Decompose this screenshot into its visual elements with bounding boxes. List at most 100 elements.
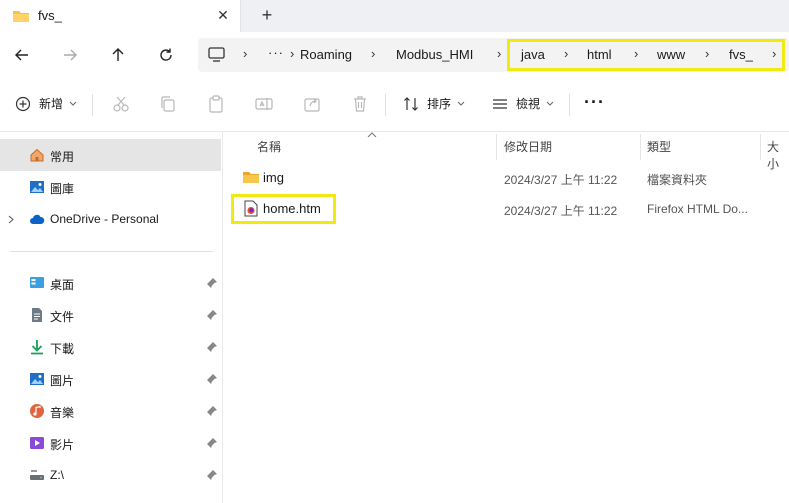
command-bar: 新增 排序 檢視 ···	[0, 78, 789, 132]
arrow-left-icon	[15, 49, 28, 61]
home-icon	[30, 148, 44, 162]
sidebar-item-label: 音樂	[50, 406, 75, 420]
sidebar-item-onedrive[interactable]: OneDrive - Personal	[0, 203, 221, 235]
divider	[569, 94, 570, 116]
delete-icon[interactable]	[350, 94, 370, 114]
forward-button[interactable]	[57, 42, 83, 68]
computer-icon	[208, 47, 225, 62]
navigation-pane: 常用 圖庫 OneDrive - Personal 桌面 文件 下載 圖片 音樂…	[0, 132, 222, 503]
file-modified: 2024/3/27 上午 11:22	[504, 173, 618, 187]
file-row-img[interactable]: img 2024/3/27 上午 11:22 檔案資料夾	[237, 163, 789, 193]
pin-icon[interactable]	[206, 341, 218, 353]
sidebar-item-home[interactable]: 常用	[0, 139, 221, 171]
more-options-button[interactable]: ···	[584, 92, 605, 113]
sidebar-item-label: 圖片	[50, 374, 75, 388]
sort-label: 排序	[427, 97, 452, 111]
chevron-down-icon	[69, 101, 77, 106]
sidebar-item-videos[interactable]: 影片	[0, 427, 221, 459]
cloud-icon	[30, 214, 45, 224]
view-list-icon	[493, 98, 507, 109]
file-type: Firefox HTML Do...	[647, 202, 748, 216]
sidebar-item-music[interactable]: 音樂	[0, 395, 221, 427]
sidebar-item-downloads[interactable]: 下載	[0, 331, 221, 363]
refresh-icon	[160, 48, 172, 61]
rename-icon[interactable]	[254, 94, 274, 114]
refresh-button[interactable]	[153, 42, 179, 68]
file-modified: 2024/3/27 上午 11:22	[504, 204, 618, 218]
sidebar-item-documents[interactable]: 文件	[0, 299, 221, 331]
sidebar-item-label: 下載	[50, 342, 75, 356]
new-tab-button[interactable]: +	[256, 5, 278, 27]
pin-icon[interactable]	[206, 373, 218, 385]
sidebar-item-label: 文件	[50, 310, 75, 324]
new-label: 新增	[39, 97, 64, 111]
file-list: 名稱 修改日期 類型 大小 img 2024/3/27 上午 11:22 檔案資…	[223, 132, 789, 503]
divider	[92, 94, 93, 116]
sidebar-item-desktop[interactable]: 桌面	[0, 267, 221, 299]
sidebar-item-label: 影片	[50, 438, 75, 452]
sort-button[interactable]: 排序	[403, 95, 465, 112]
paste-icon[interactable]	[206, 94, 226, 114]
file-highlight-box	[231, 194, 336, 224]
view-label: 檢視	[516, 97, 541, 111]
copy-icon[interactable]	[158, 94, 178, 114]
pin-icon[interactable]	[206, 405, 218, 417]
sidebar-item-label: OneDrive - Personal	[50, 212, 159, 226]
videos-icon	[30, 437, 44, 449]
breadcrumb-roaming[interactable]: Roaming	[300, 47, 352, 62]
breadcrumb-separator: ›	[497, 46, 502, 61]
sidebar-item-label: Z:\	[50, 468, 64, 482]
path-highlight-box	[507, 39, 785, 71]
column-divider[interactable]	[760, 134, 761, 160]
breadcrumb-separator: ›	[243, 46, 248, 61]
sidebar-divider	[10, 251, 213, 252]
column-header-modified[interactable]: 修改日期	[504, 138, 552, 155]
breadcrumb-modbus-hmi[interactable]: Modbus_HMI	[396, 47, 473, 62]
sidebar-item-label: 圖庫	[50, 182, 75, 196]
sidebar-item-drive-z[interactable]: Z:\	[0, 459, 221, 491]
sort-icon	[404, 96, 418, 111]
file-type: 檔案資料夾	[647, 173, 708, 187]
breadcrumb-separator: ›	[371, 46, 376, 61]
drive-icon	[30, 470, 44, 480]
pictures-icon	[30, 373, 44, 385]
column-header-name[interactable]: 名稱	[257, 138, 281, 155]
cut-icon[interactable]	[111, 94, 131, 114]
view-button[interactable]: 檢視	[492, 95, 554, 112]
new-button[interactable]: 新增	[15, 95, 77, 112]
divider	[385, 94, 386, 116]
folder-icon	[13, 11, 29, 22]
pin-icon[interactable]	[206, 437, 218, 449]
pin-icon[interactable]	[206, 309, 218, 321]
file-name: img	[263, 170, 284, 185]
sidebar-item-pictures[interactable]: 圖片	[0, 363, 221, 395]
sidebar-item-label: 桌面	[50, 278, 75, 292]
close-tab-button[interactable]: ✕	[213, 5, 233, 25]
sidebar-item-label: 常用	[50, 150, 75, 164]
gallery-icon	[30, 181, 44, 193]
sort-ascending-icon	[367, 132, 377, 138]
tab-title: fvs_	[38, 8, 62, 23]
documents-icon	[32, 308, 42, 322]
chevron-right-icon[interactable]	[8, 215, 14, 224]
pin-icon[interactable]	[206, 469, 218, 481]
tab-bar: fvs_ ✕ +	[0, 0, 789, 32]
column-divider[interactable]	[496, 134, 497, 160]
plus-circle-icon	[15, 96, 31, 111]
pin-icon[interactable]	[206, 277, 218, 289]
column-header-type[interactable]: 類型	[647, 138, 671, 155]
music-icon	[30, 404, 44, 418]
tab-fvs[interactable]: fvs_ ✕	[0, 0, 241, 32]
column-divider[interactable]	[640, 134, 641, 160]
back-button[interactable]	[9, 42, 35, 68]
share-icon[interactable]	[302, 94, 322, 114]
arrow-right-icon	[64, 49, 77, 61]
breadcrumb-overflow-button[interactable]: ···	[268, 45, 284, 60]
up-button[interactable]	[105, 42, 131, 68]
chevron-down-icon	[457, 101, 465, 106]
breadcrumb-separator: ›	[290, 46, 295, 61]
download-icon	[31, 340, 43, 355]
chevron-down-icon	[546, 101, 554, 106]
sidebar-item-gallery[interactable]: 圖庫	[0, 171, 221, 203]
folder-icon	[243, 172, 259, 183]
